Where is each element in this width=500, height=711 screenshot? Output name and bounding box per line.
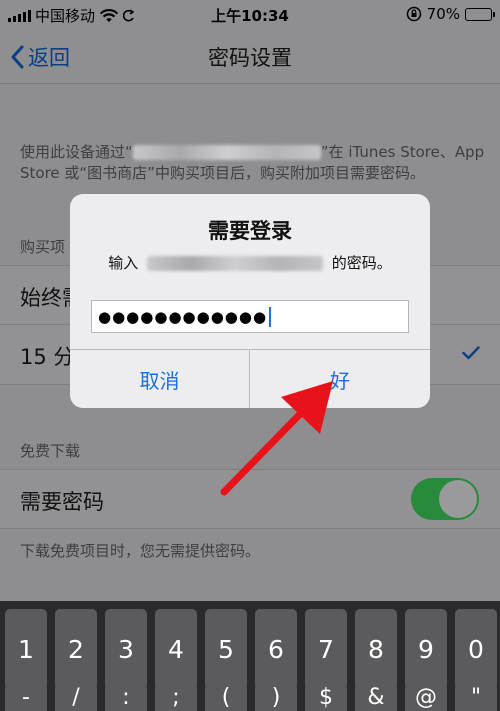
key-4[interactable]: 4 [155, 609, 197, 689]
keyboard: 1234567890 - /:; () $ & @ " [0, 601, 500, 711]
key-3[interactable]: 3 [105, 609, 147, 689]
key-symbol-0[interactable]: - [5, 683, 47, 711]
key-symbol-6[interactable]: $ [305, 683, 347, 711]
key-symbol-7[interactable]: & [355, 683, 397, 711]
key-symbol-5[interactable]: ) [255, 683, 297, 711]
key-1[interactable]: 1 [5, 609, 47, 689]
key-symbol-9[interactable]: " [455, 683, 497, 711]
key-7[interactable]: 7 [305, 609, 347, 689]
key-symbol-1[interactable]: / [55, 683, 97, 711]
key-symbol-3[interactable]: ; [155, 683, 197, 711]
key-symbol-2[interactable]: : [105, 683, 147, 711]
key-symbol-4[interactable]: ( [205, 683, 247, 711]
key-6[interactable]: 6 [255, 609, 297, 689]
key-8[interactable]: 8 [355, 609, 397, 689]
key-0[interactable]: 0 [455, 609, 497, 689]
key-symbol-8[interactable]: @ [405, 683, 447, 711]
key-2[interactable]: 2 [55, 609, 97, 689]
key-9[interactable]: 9 [405, 609, 447, 689]
key-5[interactable]: 5 [205, 609, 247, 689]
